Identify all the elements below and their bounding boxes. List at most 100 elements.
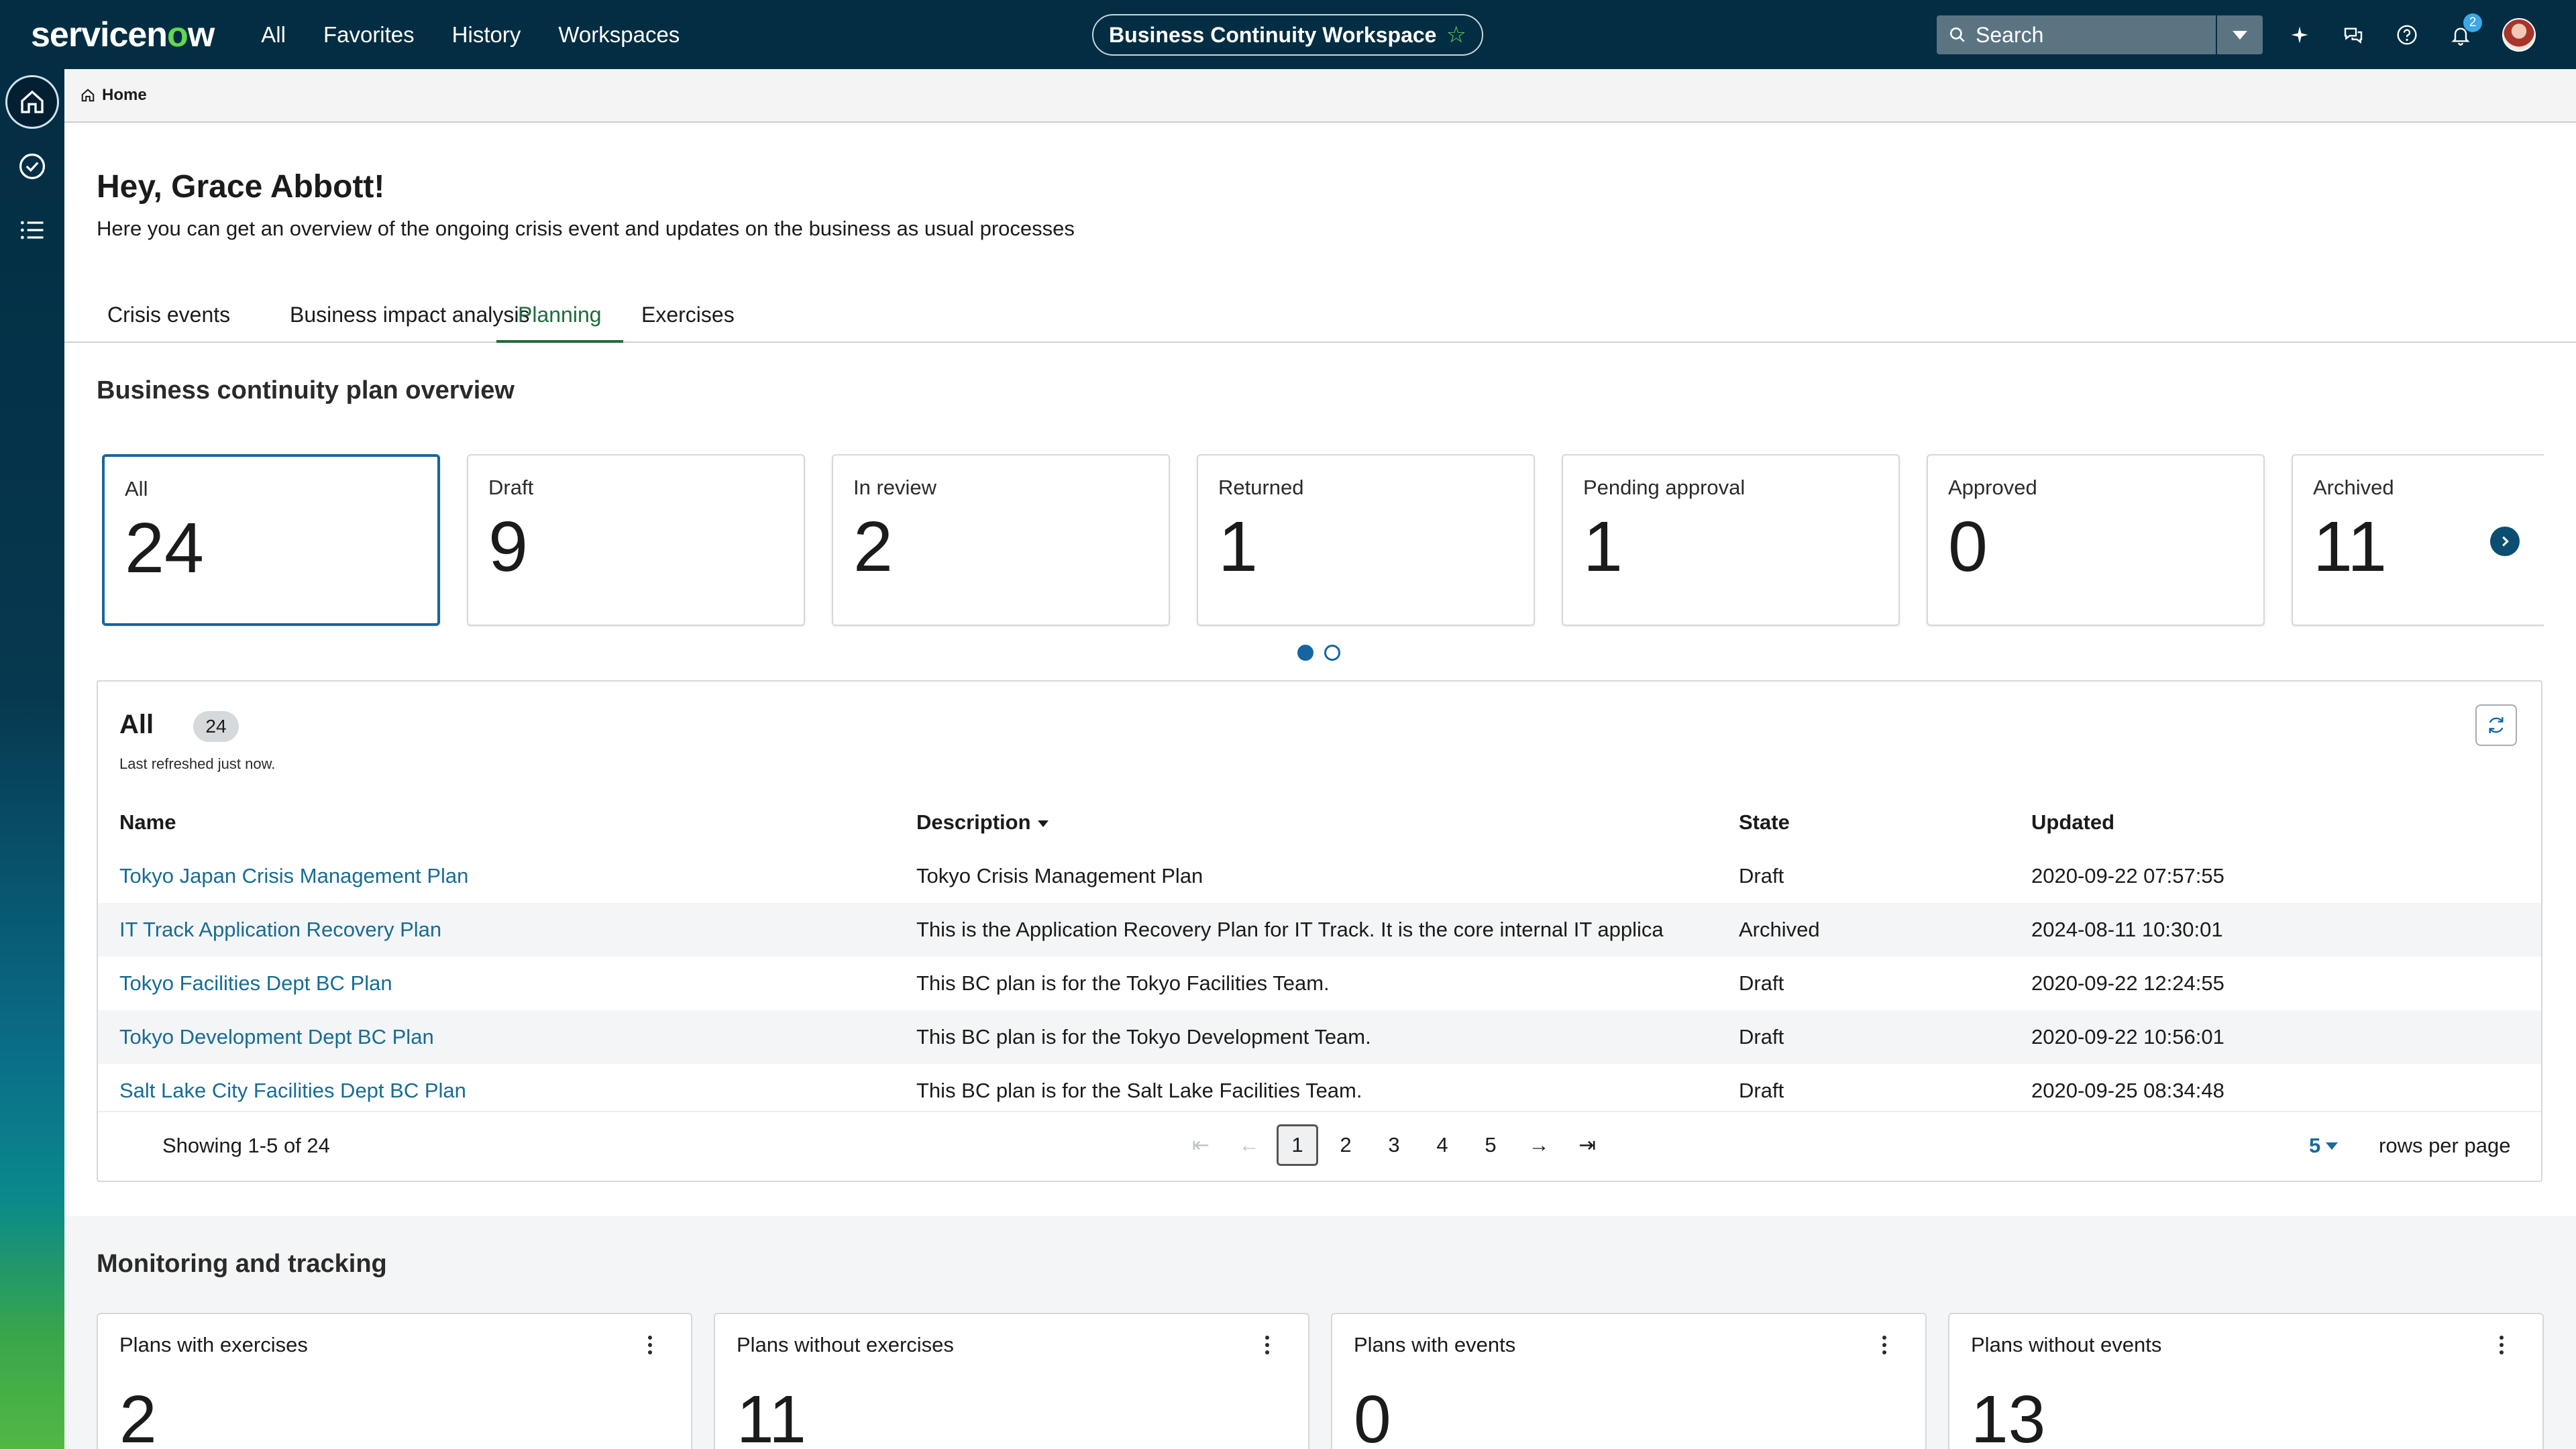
logo-accent: o xyxy=(167,15,189,54)
list-title: All xyxy=(119,710,154,739)
logo-text: servicen xyxy=(31,15,168,54)
breadcrumb-home[interactable]: Home xyxy=(102,86,147,105)
state-card-all[interactable]: All 24 xyxy=(102,454,440,626)
next-page-icon[interactable]: → xyxy=(1515,1124,1563,1166)
tab-exercises[interactable]: Exercises xyxy=(620,297,756,343)
nav-all[interactable]: All xyxy=(261,22,286,48)
page-button-5[interactable]: 5 xyxy=(1466,1124,1515,1166)
tab-bar: Crisis events Business impact analysis P… xyxy=(64,297,2576,343)
chevron-down-icon xyxy=(2326,1142,2339,1150)
search-scope-dropdown[interactable] xyxy=(2217,15,2263,54)
search-icon xyxy=(1949,27,1965,42)
greeting-subtitle: Here you can get an overview of the ongo… xyxy=(97,217,1075,240)
more-options-icon[interactable] xyxy=(2500,1336,2505,1354)
servicenow-logo[interactable]: servicenow xyxy=(31,15,215,55)
column-header-state[interactable]: State xyxy=(1717,796,2010,849)
tab-crisis-events[interactable]: Crisis events xyxy=(86,297,252,343)
card-value: 9 xyxy=(488,507,528,586)
chevron-down-icon xyxy=(2233,30,2247,40)
monitor-card-plans-with-events[interactable]: Plans with events 0 xyxy=(1331,1313,1927,1449)
monitor-card-label: Plans with events xyxy=(1354,1333,1516,1356)
notification-badge: 2 xyxy=(2463,13,2482,32)
rows-per-page-label: rows per page xyxy=(2379,1134,2511,1157)
check-circle-icon xyxy=(19,153,46,180)
help-icon[interactable] xyxy=(2395,23,2419,47)
bell-icon[interactable]: 2 xyxy=(2449,13,2482,47)
last-page-icon[interactable]: ⇥ xyxy=(1563,1124,1611,1166)
plan-updated: 2020-09-22 10:56:01 xyxy=(2010,1010,2541,1064)
tab-planning[interactable]: Planning xyxy=(496,297,623,343)
nav-favorites[interactable]: Favorites xyxy=(323,22,415,48)
rail-list-button[interactable] xyxy=(5,203,59,257)
plan-name-link[interactable]: Tokyo Facilities Dept BC Plan xyxy=(98,957,895,1010)
column-header-name[interactable]: Name xyxy=(98,796,895,849)
card-label: Returned xyxy=(1218,476,1304,499)
logo-text-tail: w xyxy=(187,15,215,54)
chat-icon[interactable] xyxy=(2341,23,2365,47)
favorite-star-icon[interactable]: ☆ xyxy=(1446,21,1466,48)
plan-name-link[interactable]: IT Track Application Recovery Plan xyxy=(98,903,895,957)
state-card-returned[interactable]: Returned 1 xyxy=(1197,454,1535,626)
page-button-2[interactable]: 2 xyxy=(1322,1124,1370,1166)
more-options-icon[interactable] xyxy=(1882,1336,1888,1354)
rail-home-button[interactable] xyxy=(5,75,59,129)
workspace-title-pill[interactable]: Business Continuity Workspace ☆ xyxy=(1092,14,1483,56)
plan-name-link[interactable]: Tokyo Development Dept BC Plan xyxy=(98,1010,895,1064)
card-label: Draft xyxy=(488,476,534,499)
user-avatar[interactable] xyxy=(2502,17,2536,52)
plan-state-cards: All 24 Draft 9 In review 2 Returned 1 Pe… xyxy=(102,454,2544,627)
top-nav-menu: All Favorites History Workspaces xyxy=(261,22,680,48)
table-row: Salt Lake City Facilities Dept BC Plan T… xyxy=(98,1064,2541,1118)
monitor-card-value: 2 xyxy=(119,1382,157,1449)
list-count-badge: 24 xyxy=(193,711,239,742)
global-search[interactable] xyxy=(1937,15,2216,54)
left-rail xyxy=(0,69,64,1449)
nav-history[interactable]: History xyxy=(452,22,521,48)
table-row: IT Track Application Recovery Plan This … xyxy=(98,903,2541,957)
rows-per-page-select[interactable]: 5 xyxy=(2309,1134,2339,1158)
carousel-pagination xyxy=(1297,645,1340,661)
page-button-1[interactable]: 1 xyxy=(1277,1124,1318,1166)
monitor-card-value: 0 xyxy=(1354,1382,1391,1449)
state-card-approved[interactable]: Approved 0 xyxy=(1927,454,2265,626)
card-label: All xyxy=(125,477,148,500)
carousel-dot-1[interactable] xyxy=(1297,645,1313,661)
main-content: Hey, Grace Abbott! Here you can get an o… xyxy=(64,123,2576,1449)
plan-name-link[interactable]: Salt Lake City Facilities Dept BC Plan xyxy=(98,1064,895,1118)
plan-description: This BC plan is for the Salt Lake Facili… xyxy=(916,1079,1362,1102)
rail-tasks-button[interactable] xyxy=(5,140,59,193)
carousel-next-button[interactable] xyxy=(2490,527,2520,556)
breadcrumb: Home xyxy=(64,69,2576,123)
monitor-card-label: Plans without exercises xyxy=(737,1333,954,1356)
state-card-pending-approval[interactable]: Pending approval 1 xyxy=(1562,454,1900,626)
card-value: 24 xyxy=(125,508,204,588)
plan-updated: 2020-09-22 07:57:55 xyxy=(2031,864,2224,888)
overview-section-title: Business continuity plan overview xyxy=(97,376,515,405)
card-value: 2 xyxy=(853,507,893,586)
monitor-card-plans-with-exercises[interactable]: Plans with exercises 2 xyxy=(97,1313,692,1449)
previous-page-icon[interactable]: ← xyxy=(1225,1124,1273,1166)
monitor-card-plans-without-exercises[interactable]: Plans without exercises 11 xyxy=(714,1313,1309,1449)
last-refreshed-text: Last refreshed just now. xyxy=(119,755,276,772)
more-options-icon[interactable] xyxy=(648,1336,653,1354)
state-card-in-review[interactable]: In review 2 xyxy=(832,454,1170,626)
column-header-updated[interactable]: Updated xyxy=(2010,796,2541,849)
carousel-dot-2[interactable] xyxy=(1324,645,1340,661)
column-header-description[interactable]: Description xyxy=(895,796,1717,849)
refresh-button[interactable] xyxy=(2475,704,2517,746)
first-page-icon[interactable]: ⇤ xyxy=(1177,1124,1225,1166)
nav-workspaces[interactable]: Workspaces xyxy=(558,22,680,48)
page-button-3[interactable]: 3 xyxy=(1370,1124,1418,1166)
card-label: Pending approval xyxy=(1583,476,1746,499)
search-input[interactable] xyxy=(1976,22,2190,48)
state-card-draft[interactable]: Draft 9 xyxy=(467,454,805,626)
page-button-4[interactable]: 4 xyxy=(1418,1124,1466,1166)
sparkle-icon[interactable] xyxy=(2288,23,2312,47)
monitor-card-plans-without-events[interactable]: Plans without events 13 xyxy=(1948,1313,2544,1449)
more-options-icon[interactable] xyxy=(1265,1336,1271,1354)
plan-name-link[interactable]: Tokyo Japan Crisis Management Plan xyxy=(98,849,895,903)
list-icon xyxy=(20,221,44,239)
chevron-right-icon xyxy=(2502,536,2509,547)
home-icon xyxy=(21,90,44,113)
plan-state: Draft xyxy=(1717,1010,2010,1064)
